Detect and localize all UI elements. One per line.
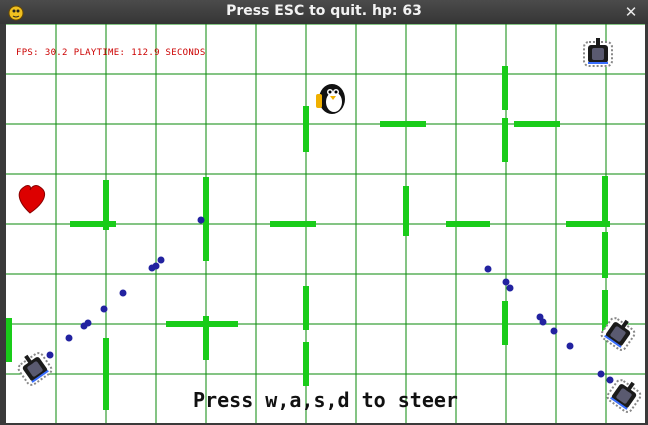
close-icon[interactable]: ✕ — [622, 3, 640, 21]
wall-segment — [70, 221, 116, 227]
bullet — [100, 305, 108, 313]
game-canvas[interactable]: FPS: 30.2 PLAYTIME: 112.9 SECONDS Press w,a… — [6, 24, 645, 423]
wall-segment — [380, 121, 426, 127]
bullet — [502, 278, 510, 286]
wall-segment — [502, 66, 508, 110]
bullet — [484, 265, 492, 273]
game-board — [6, 24, 645, 423]
wall-segment — [303, 342, 309, 386]
bullet — [550, 327, 558, 335]
wall-segment — [403, 186, 409, 236]
bullet — [197, 216, 205, 224]
bullet — [119, 289, 127, 297]
bullet — [148, 264, 156, 272]
bullet — [157, 256, 165, 264]
wall-segment — [602, 176, 608, 224]
bullet — [506, 284, 514, 292]
wall-segment — [270, 221, 316, 227]
wall-segment — [166, 321, 238, 327]
wall-segment — [566, 221, 610, 227]
bullet-trails — [46, 216, 614, 384]
player-penguin — [316, 84, 345, 114]
instructions-text: Press w,a,s,d to steer — [193, 388, 458, 412]
title-bar[interactable]: Press ESC to quit. hp: 63 ✕ — [0, 0, 648, 24]
wall-segment — [502, 301, 508, 345]
bullet — [597, 370, 605, 378]
fps-value: 30.2 — [44, 48, 68, 58]
game-window: Press ESC to quit. hp: 63 ✕ FPS: 30.2 PLAY… — [0, 0, 648, 425]
playtime-label: PLAYTIME: — [73, 48, 126, 58]
wall-segments — [6, 66, 610, 410]
wall-segment — [446, 221, 490, 227]
bullet — [80, 322, 88, 330]
window-title: Press ESC to quit. hp: 63 — [226, 3, 422, 19]
fps-label: FPS: — [16, 48, 39, 58]
heart-icon — [18, 185, 46, 214]
playtime-value: 112.9 SECONDS — [131, 48, 206, 58]
tank-sprite — [583, 38, 613, 67]
bullet — [606, 376, 614, 384]
hud: FPS: 30.2 PLAYTIME: 112.9 SECONDS — [16, 48, 212, 58]
bullet — [46, 351, 54, 359]
bullet — [566, 342, 574, 350]
wall-segment — [6, 318, 12, 362]
wall-segment — [514, 121, 560, 127]
bullet — [65, 334, 73, 342]
wall-segment — [303, 106, 309, 152]
wall-segment — [602, 232, 608, 278]
wall-segment — [303, 286, 309, 330]
bullet — [539, 318, 547, 326]
wall-segment — [502, 118, 508, 162]
